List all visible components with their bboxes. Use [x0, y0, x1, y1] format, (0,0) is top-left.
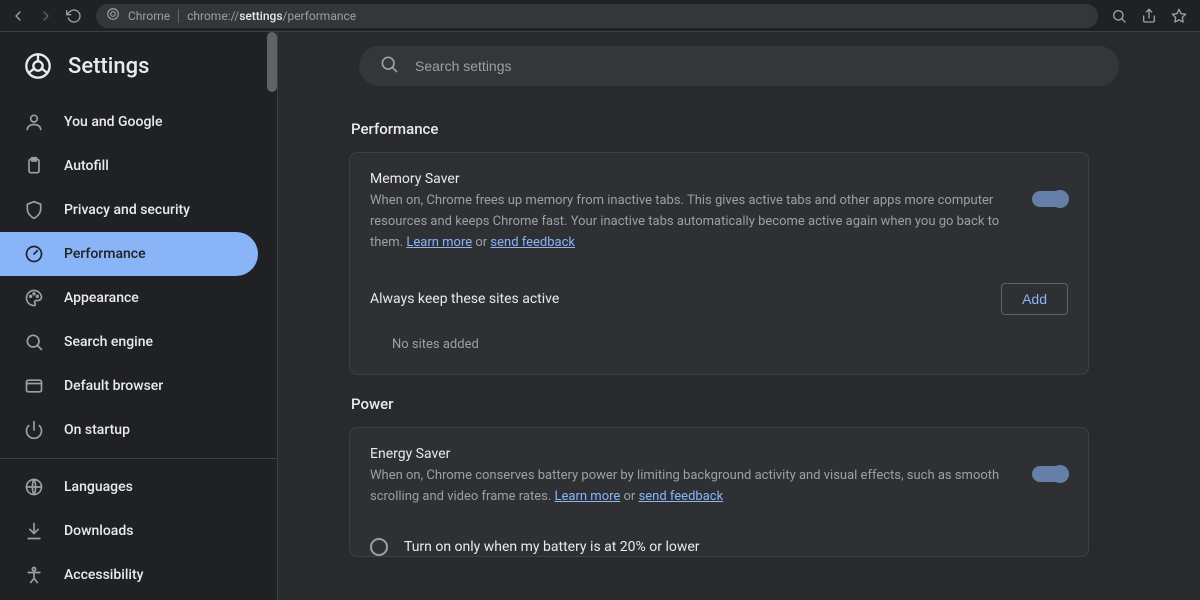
section-title-performance: Performance	[349, 100, 1089, 152]
energy-saver-desc: When on, Chrome conserves battery power …	[370, 466, 1012, 508]
shield-icon	[24, 200, 44, 220]
memory-saver-title: Memory Saver	[370, 171, 1012, 187]
browser-toolbar: Chrome chrome://settings/performance	[0, 0, 1200, 32]
learn-more-link[interactable]: Learn more	[406, 235, 472, 250]
memory-saver-card: Memory Saver When on, Chrome frees up me…	[349, 152, 1089, 375]
chrome-icon	[106, 7, 120, 24]
sidebar-item-languages[interactable]: Languages	[0, 465, 277, 509]
sidebar-item-label: Default browser	[64, 378, 163, 394]
search-icon	[379, 54, 399, 78]
sidebar-item-label: Performance	[64, 246, 146, 262]
memory-saver-desc: When on, Chrome frees up memory from ina…	[370, 191, 1012, 253]
sidebar-item-downloads[interactable]: Downloads	[0, 509, 277, 553]
energy-saver-toggle[interactable]	[1032, 466, 1068, 482]
add-button[interactable]: Add	[1001, 283, 1068, 315]
sidebar-item-label: Search engine	[64, 334, 153, 350]
clipboard-icon	[24, 156, 44, 176]
browser-icon	[24, 376, 44, 396]
search-settings[interactable]	[359, 46, 1119, 86]
person-icon	[24, 112, 44, 132]
brand: Settings	[0, 32, 277, 100]
sidebar-item-default-browser[interactable]: Default browser	[0, 364, 277, 408]
sidebar-item-appearance[interactable]: Appearance	[0, 276, 277, 320]
speedometer-icon	[24, 244, 44, 264]
sidebar-item-autofill[interactable]: Autofill	[0, 144, 277, 188]
sidebar-item-label: Accessibility	[64, 567, 143, 583]
sidebar-item-search-engine[interactable]: Search engine	[0, 320, 277, 364]
radio-label: Turn on only when my battery is at 20% o…	[404, 539, 700, 555]
section-title-power: Power	[349, 375, 1089, 427]
sidebar-item-label: On startup	[64, 422, 130, 438]
energy-radio-option[interactable]: Turn on only when my battery is at 20% o…	[350, 526, 1088, 556]
sidebar-item-on-startup[interactable]: On startup	[0, 408, 277, 452]
search-input[interactable]	[415, 58, 1099, 74]
learn-more-link[interactable]: Learn more	[555, 489, 621, 504]
sidebar-item-you-and-google[interactable]: You and Google	[0, 100, 277, 144]
sidebar-item-label: Privacy and security	[64, 202, 190, 218]
share-icon[interactable]	[1136, 3, 1162, 29]
sidebar-item-label: You and Google	[64, 114, 162, 130]
always-active-label: Always keep these sites active	[370, 291, 559, 307]
radio-icon	[370, 538, 388, 556]
send-feedback-link[interactable]: send feedback	[639, 489, 724, 504]
sidebar-item-performance[interactable]: Performance	[0, 232, 258, 276]
chrome-logo-icon	[24, 52, 52, 80]
sidebar-item-label: Appearance	[64, 290, 139, 306]
url-path: chrome://settings/performance	[187, 9, 356, 23]
accessibility-icon	[24, 565, 44, 585]
sidebar: Settings You and Google Autofill Privacy…	[0, 32, 278, 600]
scrollbar[interactable]	[267, 32, 277, 92]
sidebar-item-label: Languages	[64, 479, 133, 495]
zoom-icon[interactable]	[1106, 3, 1132, 29]
sidebar-item-label: Downloads	[64, 523, 133, 539]
divider	[178, 9, 179, 23]
search-icon	[24, 332, 44, 352]
download-icon	[24, 521, 44, 541]
forward-button[interactable]	[32, 2, 60, 30]
globe-icon	[24, 477, 44, 497]
energy-saver-title: Energy Saver	[370, 446, 1012, 462]
page-title: Settings	[68, 54, 149, 79]
palette-icon	[24, 288, 44, 308]
sidebar-item-label: Autofill	[64, 158, 109, 174]
site-label: Chrome	[128, 9, 170, 23]
energy-saver-card: Energy Saver When on, Chrome conserves b…	[349, 427, 1089, 557]
back-button[interactable]	[4, 2, 32, 30]
memory-saver-toggle[interactable]	[1032, 191, 1068, 207]
divider	[0, 458, 277, 459]
no-sites-text: No sites added	[350, 327, 1088, 374]
omnibox[interactable]: Chrome chrome://settings/performance	[96, 4, 1098, 28]
bookmark-star-icon[interactable]	[1166, 3, 1192, 29]
power-icon	[24, 420, 44, 440]
sidebar-item-accessibility[interactable]: Accessibility	[0, 553, 277, 597]
main-panel: Performance Memory Saver When on, Chrome…	[278, 32, 1200, 600]
send-feedback-link[interactable]: send feedback	[490, 235, 575, 250]
reload-button[interactable]	[60, 2, 88, 30]
sidebar-item-privacy[interactable]: Privacy and security	[0, 188, 277, 232]
